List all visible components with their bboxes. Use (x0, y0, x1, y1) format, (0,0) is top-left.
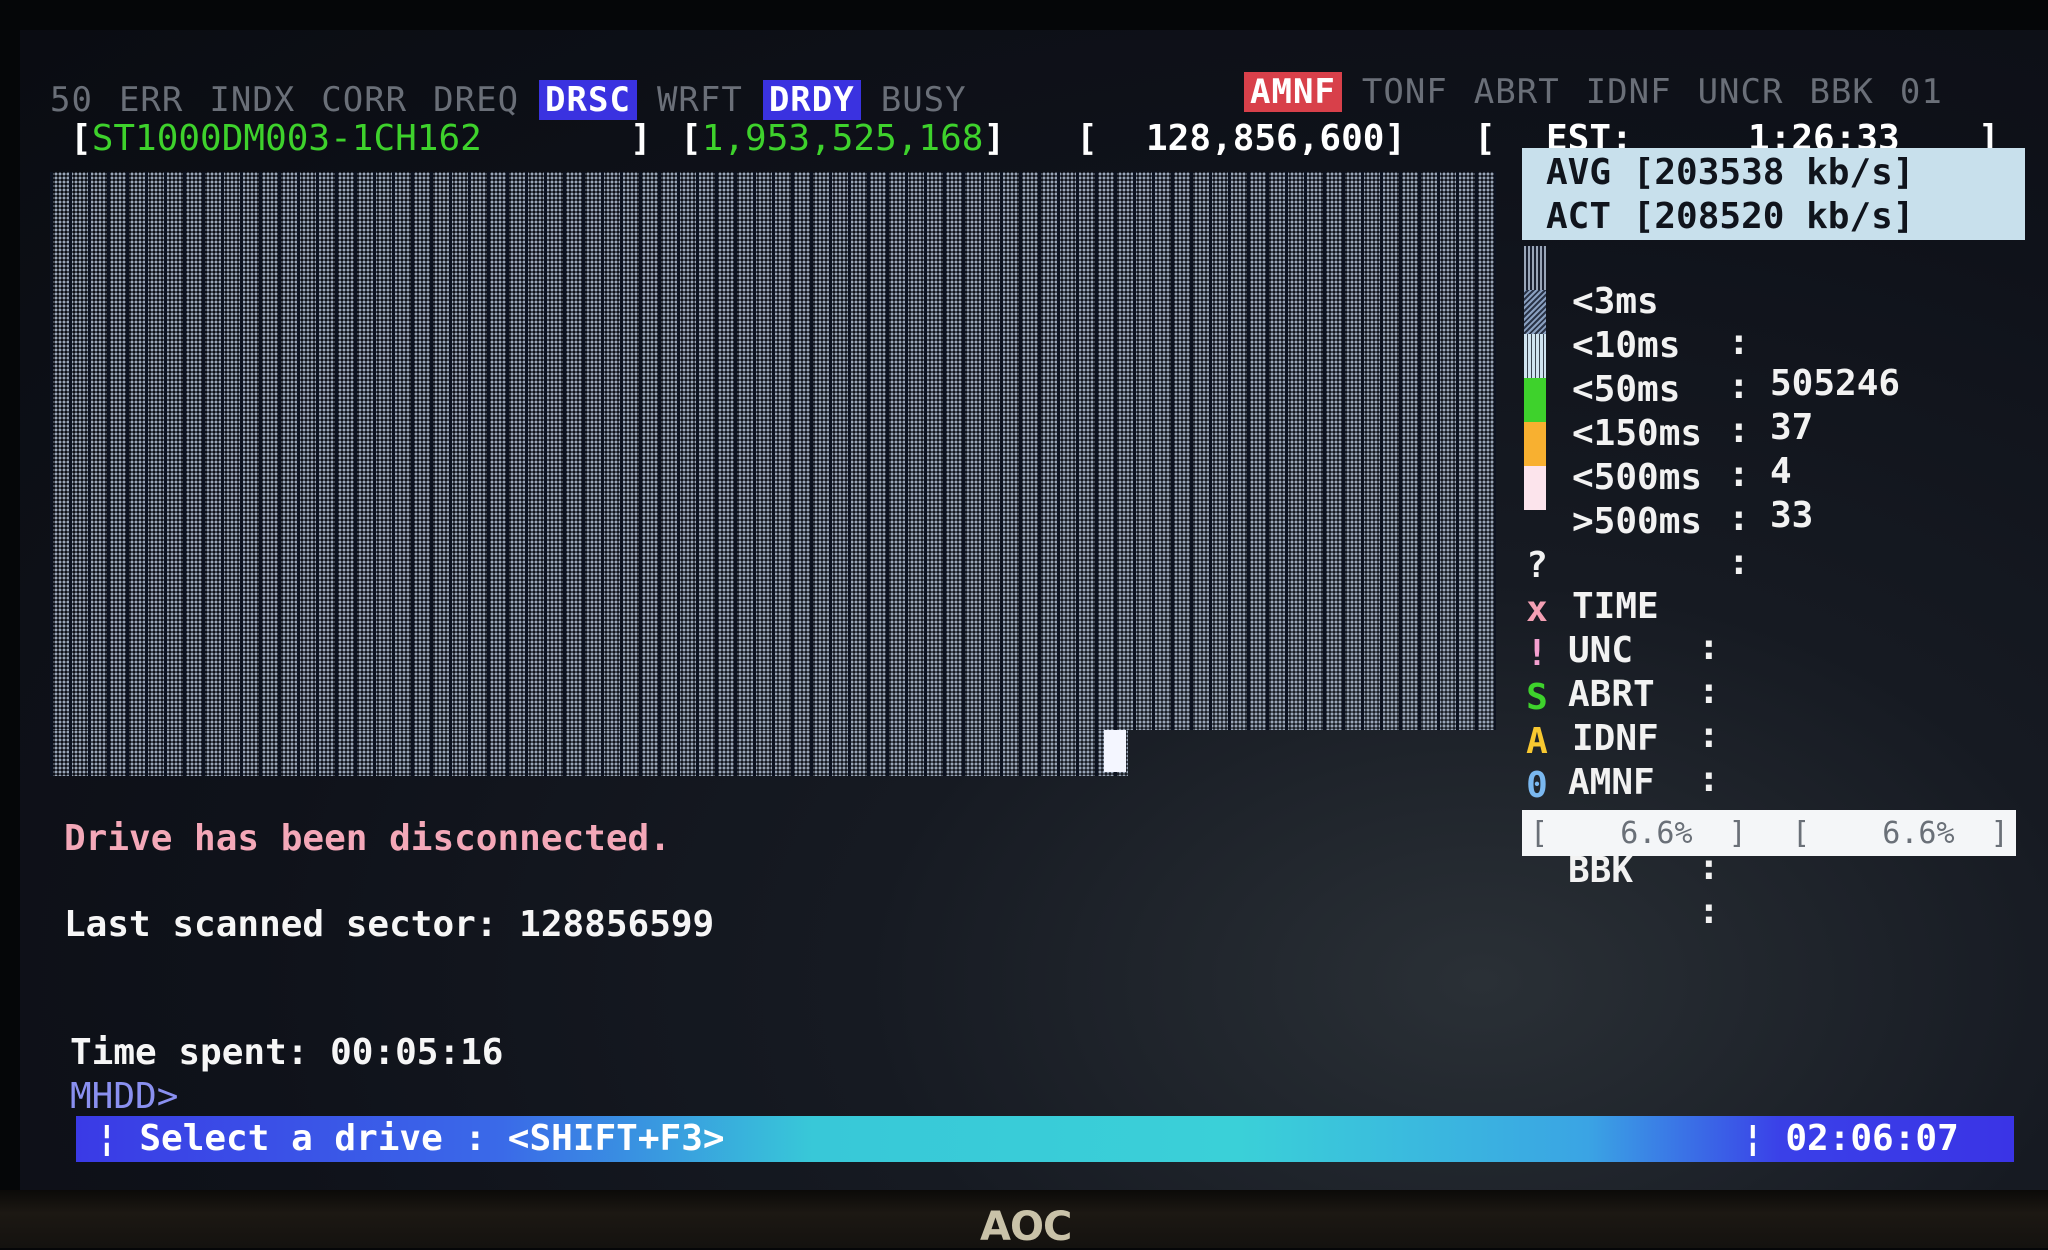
model-bracket-close: ] (630, 118, 652, 159)
command-prompt[interactable]: MHDD> (70, 1076, 178, 1117)
latency-sep: : (1728, 322, 1750, 363)
latency-sep: : (1728, 454, 1750, 495)
error-row: ! ABRT : (1522, 592, 1720, 756)
reg-abrt: ABRT (1473, 72, 1560, 112)
reg-corr: CORR (321, 80, 408, 120)
error-row: A AMNF : (1522, 680, 1720, 844)
status-bar: ¦ Select a drive : <SHIFT+F3> ¦ 02:06:07 (76, 1116, 2014, 1162)
speed-box: AVG [203538 kb/s] ACT [208520 kb/s] (1522, 148, 2025, 240)
current-lba-field: 128,856,600] (1146, 118, 1407, 159)
latency-row: <10ms : 37 (1522, 284, 1813, 448)
error-label: BBK (1568, 850, 1634, 891)
reg-busy: BUSY (880, 80, 967, 120)
error-sep: : (1698, 759, 1720, 800)
latency-count: 505246 (1770, 363, 1901, 404)
reg-idnf: IDNF (1585, 72, 1672, 112)
scan-map-blocks (50, 172, 1496, 730)
reg-err: ERR (118, 80, 184, 120)
error-row: ? TIME : (1522, 504, 1720, 668)
est-open: [ (1474, 118, 1496, 159)
drive-model: ST1000DM003-1CH162 (91, 118, 482, 159)
error-row: 0 TONF : (1522, 724, 1720, 888)
latency-row: <500ms : (1522, 416, 1750, 539)
latency-count: 4 (1770, 451, 1792, 492)
status-registers: 50 ERR INDX CORR DREQ DRSC WRFT DRDY BUS… (44, 76, 987, 124)
select-drive-hint[interactable]: ¦ Select a drive : <SHIFT+F3> (96, 1118, 725, 1159)
time-spent: Time spent: 00:05:16 (70, 1032, 504, 1073)
error-row: S IDNF : (1522, 636, 1720, 800)
monitor-logo: AOC (980, 1204, 1072, 1250)
latency-sep: : (1728, 498, 1750, 539)
latency-row: >500ms : (1522, 460, 1750, 583)
latency-row: <150ms : 33 (1522, 372, 1813, 536)
latency-count: 33 (1770, 495, 1814, 536)
reg-indx: INDX (209, 80, 296, 120)
latency-sep: : (1728, 410, 1750, 451)
error-sep: : (1698, 715, 1720, 756)
reg-01: 01 (1899, 72, 1943, 112)
scan-map-blocks-current-row (50, 730, 1128, 776)
reg-wrft: WRFT (656, 80, 743, 120)
act-speed: ACT [208520 kb/s] (1546, 196, 1915, 237)
drive-model-field: [ST1000DM003-1CH162 (70, 118, 482, 159)
progress-box: [ 6.6% ] [ 6.6% ] (1522, 810, 2016, 856)
reg-drsc: DRSC (539, 80, 637, 120)
progress-percent-left: [ 6.6% ] (1530, 816, 1747, 851)
error-registers: AMNF TONF ABRT IDNF UNCR BBK 01 (1244, 68, 1963, 116)
current-lba-open: [ (1076, 118, 1098, 159)
current-lba: 128,856,600 (1146, 118, 1385, 159)
error-row: * BBK : (1522, 768, 1720, 932)
error-sep: : (1698, 627, 1720, 668)
latency-row: <50ms : 4 (1522, 328, 1792, 492)
disconnect-message: Drive has been disconnected. (64, 818, 671, 859)
error-sep: : (1698, 671, 1720, 712)
error-row: x UNC : (1522, 548, 1720, 712)
latency-sep: : (1728, 366, 1750, 407)
latency-count: 37 (1770, 407, 1814, 448)
reg-dreq: DREQ (433, 80, 520, 120)
reg-amnf: AMNF (1244, 72, 1342, 112)
avg-speed: AVG [203538 kb/s] (1546, 152, 1915, 193)
reg-bbk: BBK (1809, 72, 1874, 112)
error-sep: : (1698, 891, 1720, 932)
reg-uncr: UNCR (1697, 72, 1784, 112)
progress-percent-right: [ 6.6% ] (1792, 816, 2009, 851)
latency-sep: : (1728, 542, 1750, 583)
clock: ¦ 02:06:07 (1742, 1118, 1959, 1159)
scan-cursor-block (1104, 730, 1126, 772)
total-lba: 1,953,525,168 (701, 118, 984, 159)
latency-row: <3ms : 505246 (1522, 240, 1900, 404)
reg-tonf: TONF (1361, 72, 1448, 112)
total-lba-field: [1,953,525,168] (680, 118, 1006, 159)
last-scanned-sector: Last scanned sector: 128856599 (64, 904, 715, 945)
reg-50: 50 (50, 80, 93, 120)
reg-drdy: DRDY (762, 80, 861, 120)
